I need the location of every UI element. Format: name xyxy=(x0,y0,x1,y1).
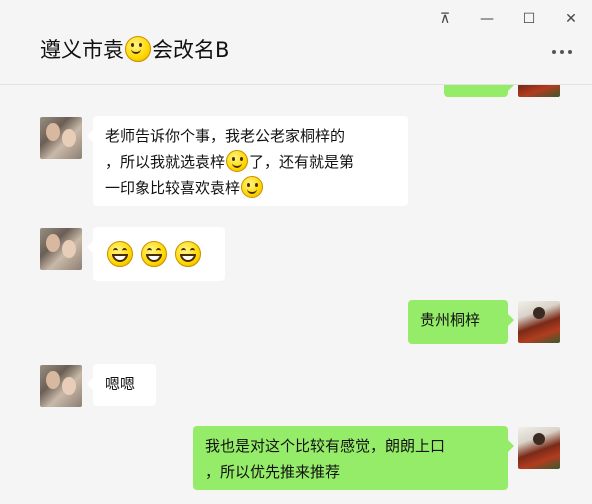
maximize-icon: ☐ xyxy=(522,11,536,27)
smile-emoji-icon xyxy=(241,176,264,198)
grin-emoji-icon xyxy=(175,241,201,267)
pin-button[interactable]: ⊼ xyxy=(424,6,466,32)
message-line: 一印象比较喜欢袁梓 xyxy=(105,175,396,201)
more-dot-icon xyxy=(560,50,564,54)
pin-icon: ⊼ xyxy=(439,11,451,27)
message-text: ，所以我就选袁梓 xyxy=(105,153,226,171)
message-bubble-contact[interactable]: 嗯嗯 xyxy=(87,364,156,406)
minimize-icon: — xyxy=(480,11,494,27)
message-line: ，所以优先推来推荐 xyxy=(205,463,341,481)
avatar-self[interactable] xyxy=(518,301,560,343)
message-line: 老师告诉你个事，我老公老家桐梓的 xyxy=(105,127,346,145)
maximize-button[interactable]: ☐ xyxy=(508,6,550,32)
message-line: 我也是对这个比较有感觉，朗朗上口 xyxy=(205,437,446,455)
chat-title-text-1: 遵义市袁 xyxy=(40,38,124,62)
avatar-contact[interactable] xyxy=(40,365,82,407)
message-text: 贵州桐梓 xyxy=(420,311,481,329)
avatar-self[interactable] xyxy=(518,85,560,97)
message-bubble-contact[interactable]: 老师告诉你个事，我老公老家桐梓的 ，所以我就选袁梓 了，还有就是第 一印象比较喜欢… xyxy=(87,116,408,206)
message-text: 了，还有就是第 xyxy=(249,153,355,171)
message-bubble-self[interactable] xyxy=(444,85,514,97)
message-text: 嗯嗯 xyxy=(105,375,136,393)
avatar-contact[interactable] xyxy=(40,117,82,159)
chat-window: ⊼ — ☐ ✕ 遵义市袁 会改名B 老师告诉你个事，我老公老家桐梓的 ，所以我就… xyxy=(0,0,592,504)
grin-emoji-icon xyxy=(107,241,133,267)
smile-emoji-icon xyxy=(125,36,151,62)
chat-title-text-2: 会改名B xyxy=(152,38,230,62)
message-bubble-contact[interactable] xyxy=(87,227,225,281)
window-controls: ⊼ — ☐ ✕ xyxy=(424,6,592,32)
minimize-button[interactable]: — xyxy=(466,6,508,32)
title-bar: ⊼ — ☐ ✕ 遵义市袁 会改名B xyxy=(0,0,592,85)
message-list[interactable]: 老师告诉你个事，我老公老家桐梓的 ，所以我就选袁梓 了，还有就是第 一印象比较喜欢… xyxy=(0,85,592,504)
message-line: ，所以我就选袁梓 了，还有就是第 xyxy=(105,149,396,175)
close-icon: ✕ xyxy=(565,11,577,27)
avatar-self[interactable] xyxy=(518,427,560,469)
message-text: 一印象比较喜欢袁梓 xyxy=(105,179,241,197)
message-bubble-self[interactable]: 贵州桐梓 xyxy=(408,300,514,344)
more-dot-icon xyxy=(552,50,556,54)
message-bubble-self[interactable]: 我也是对这个比较有感觉，朗朗上口 ，所以优先推来推荐 xyxy=(193,426,514,490)
grin-emoji-icon xyxy=(141,241,167,267)
more-options-button[interactable] xyxy=(552,50,572,54)
close-button[interactable]: ✕ xyxy=(550,6,592,32)
more-dot-icon xyxy=(568,50,572,54)
chat-title: 遵义市袁 会改名B xyxy=(40,34,229,64)
smile-emoji-icon xyxy=(226,150,249,172)
avatar-contact[interactable] xyxy=(40,228,82,270)
